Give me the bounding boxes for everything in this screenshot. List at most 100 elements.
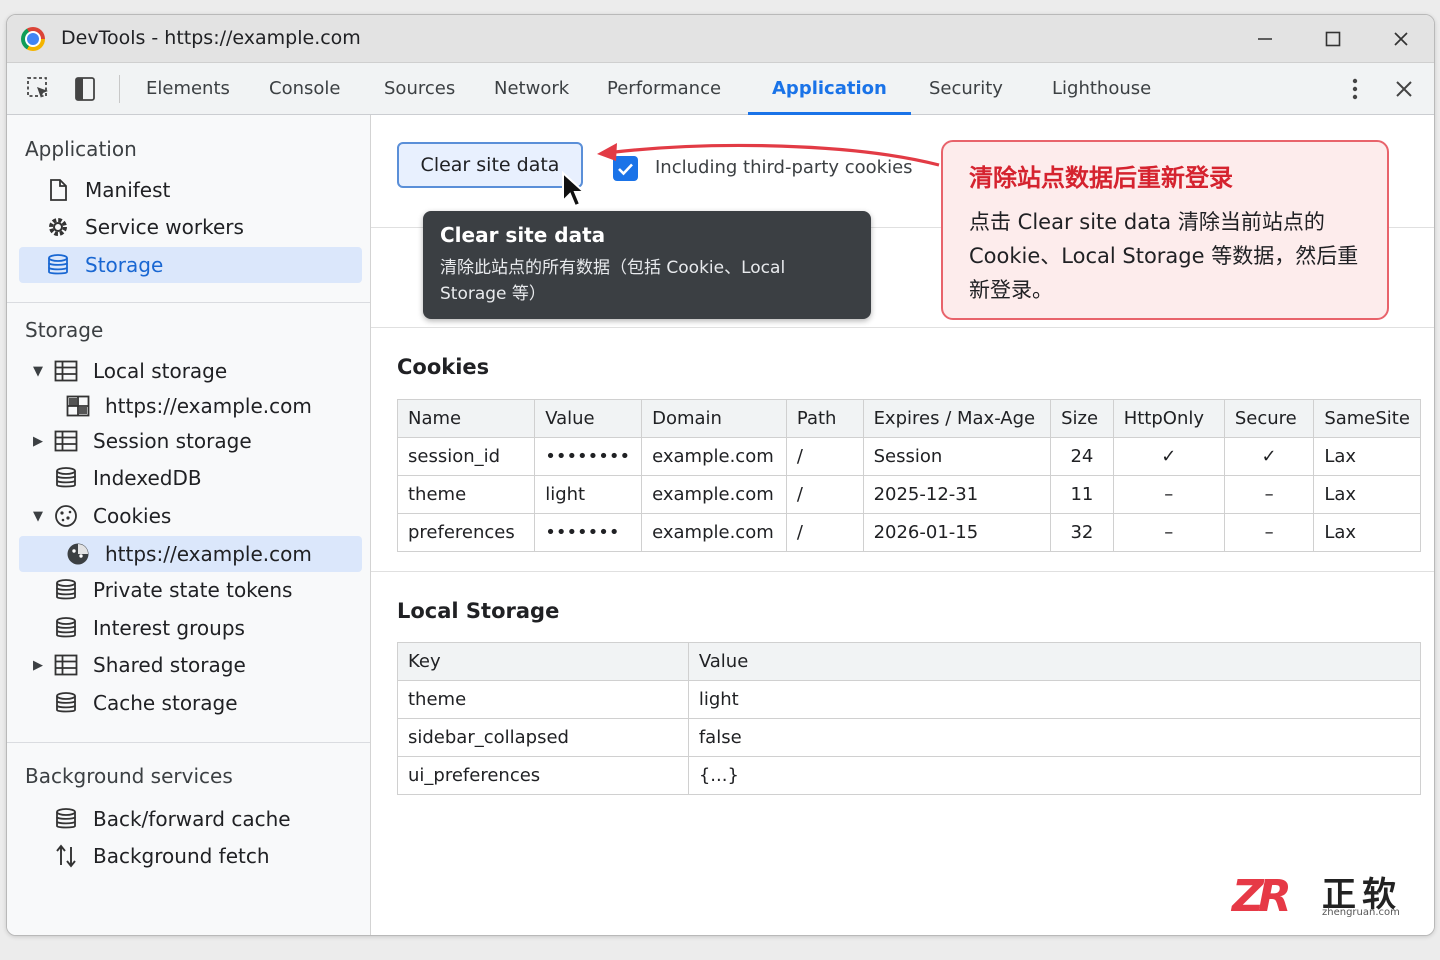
tooltip: Clear site data 清除此站点的所有数据（包括 Cookie、Loc…: [423, 211, 871, 319]
local-storage-section-title: Local Storage: [397, 599, 560, 623]
tab-application[interactable]: Application: [748, 63, 911, 115]
tab-lighthouse[interactable]: Lighthouse: [1046, 63, 1157, 115]
table-header-row: Name Value Domain Path Expires / Max-Age…: [396, 399, 1421, 438]
sidebar-item-service-workers[interactable]: Service workers: [19, 209, 362, 245]
table-cell: ✓: [1112, 437, 1225, 476]
devtools-window: DevTools - https://example.com Elements …: [6, 14, 1435, 936]
table-icon: [53, 358, 79, 384]
sidebar-item-cache-storage[interactable]: Cache storage: [19, 685, 362, 721]
column-header[interactable]: Expires / Max-Age: [862, 399, 1052, 438]
column-header[interactable]: Name: [396, 399, 536, 438]
sidebar-item-label: Background fetch: [93, 844, 270, 868]
tab-security[interactable]: Security: [923, 63, 1009, 115]
table-row[interactable]: ui_preferences {...}: [397, 756, 1422, 795]
column-header[interactable]: Key: [397, 642, 689, 681]
cookie-icon: [65, 541, 91, 567]
table-cell: {...}: [687, 756, 1422, 795]
sidebar-item-label: Private state tokens: [93, 578, 293, 602]
column-header[interactable]: Value: [534, 399, 643, 438]
table-cell: 2026-01-15: [862, 513, 1052, 552]
sidebar-item-label: Back/forward cache: [93, 807, 291, 831]
watermark-logo: ZR 正软 zhengruan.com: [1232, 867, 1420, 922]
sidebar-item-back-forward-cache[interactable]: Back/forward cache: [19, 801, 362, 837]
sidebar-item-background-fetch[interactable]: Background fetch: [19, 838, 362, 874]
sidebar-item-shared-storage[interactable]: ▶ Shared storage: [19, 647, 362, 683]
sidebar-item-indexeddb[interactable]: IndexedDB: [19, 460, 362, 496]
sidebar-item-local-storage[interactable]: ▼ Local storage: [19, 353, 362, 389]
table-row[interactable]: sidebar_collapsed false: [397, 718, 1422, 757]
table-row[interactable]: theme light: [397, 680, 1422, 719]
sidebar-item-cookies-origin[interactable]: https://example.com: [19, 536, 362, 572]
column-header[interactable]: SameSite: [1313, 399, 1421, 438]
table-cell: 24: [1050, 437, 1114, 476]
table-cell: •••••••: [534, 513, 643, 552]
expand-down-icon[interactable]: ▼: [31, 509, 45, 524]
document-icon: [45, 177, 71, 203]
minimize-icon[interactable]: [1251, 25, 1279, 53]
column-header[interactable]: HttpOnly: [1112, 399, 1225, 438]
annotation-title: 清除站点数据后重新登录: [969, 164, 1233, 192]
annotation-arrow-icon: [597, 143, 940, 167]
device-toolbar-icon[interactable]: [71, 75, 99, 103]
table-cell: /: [785, 437, 864, 476]
table-cell: session_id: [396, 437, 536, 476]
tab-elements[interactable]: Elements: [140, 63, 236, 115]
database-icon: [53, 690, 79, 716]
table-cell: –: [1223, 513, 1315, 552]
tab-performance[interactable]: Performance: [601, 63, 727, 115]
table-cell: theme: [396, 475, 536, 514]
sidebar-divider: [7, 302, 370, 303]
expand-down-icon[interactable]: ▼: [31, 364, 45, 379]
table-cell: sidebar_collapsed: [397, 718, 689, 757]
sidebar-item-manifest[interactable]: Manifest: [19, 172, 362, 208]
table-cell: false: [687, 718, 1422, 757]
up-down-arrows-icon: [53, 843, 79, 869]
annotation-callout: 清除站点数据后重新登录 点击 Clear site data 清除当前站点的 C…: [941, 140, 1389, 320]
column-header[interactable]: Domain: [641, 399, 787, 438]
maximize-icon[interactable]: [1319, 25, 1347, 53]
inspect-element-icon[interactable]: [25, 75, 53, 103]
table-row[interactable]: session_id •••••••• example.com / Sessio…: [396, 437, 1421, 476]
more-options-icon[interactable]: [1341, 75, 1369, 103]
table-cell: ui_preferences: [397, 756, 689, 795]
column-header[interactable]: Secure: [1223, 399, 1315, 438]
sidebar-item-label: https://example.com: [105, 542, 312, 566]
tab-network[interactable]: Network: [488, 63, 575, 115]
sidebar-item-local-storage-origin[interactable]: https://example.com: [19, 388, 362, 424]
sidebar-item-cookies[interactable]: ▼ Cookies: [19, 498, 362, 534]
table-row[interactable]: preferences ••••••• example.com / 2026-0…: [396, 513, 1421, 552]
expand-right-icon[interactable]: ▶: [31, 658, 45, 673]
sidebar-item-label: Storage: [85, 253, 164, 277]
table-row[interactable]: theme light example.com / 2025-12-31 11 …: [396, 475, 1421, 514]
sidebar-section-storage: Storage: [25, 318, 104, 342]
sidebar-item-session-storage[interactable]: ▶ Session storage: [19, 423, 362, 459]
table-cell: light: [687, 680, 1422, 719]
section-divider: [371, 327, 1434, 328]
table-cell: Session: [862, 437, 1052, 476]
sidebar-item-label: Shared storage: [93, 653, 246, 677]
window-title: DevTools - https://example.com: [61, 27, 361, 49]
column-header[interactable]: Path: [785, 399, 864, 438]
database-icon: [53, 465, 79, 491]
sidebar-item-label: Session storage: [93, 429, 252, 453]
sidebar-item-label: Manifest: [85, 178, 171, 202]
close-devtools-icon[interactable]: [1390, 75, 1418, 103]
sidebar-item-storage[interactable]: Storage: [19, 247, 362, 283]
sidebar-item-interest-groups[interactable]: Interest groups: [19, 610, 362, 646]
clear-site-data-button[interactable]: Clear site data: [397, 142, 583, 188]
tab-sources[interactable]: Sources: [378, 63, 461, 115]
table-cell: 11: [1050, 475, 1114, 514]
column-header[interactable]: Value: [687, 642, 1422, 681]
cookie-icon: [53, 503, 79, 529]
annotation-body: 点击 Clear site data 清除当前站点的 Cookie、Local …: [969, 210, 1359, 302]
expand-right-icon[interactable]: ▶: [31, 434, 45, 449]
gear-icon: [45, 214, 71, 240]
mouse-cursor-icon: [562, 171, 587, 208]
table-cell: preferences: [396, 513, 536, 552]
column-header[interactable]: Size: [1050, 399, 1114, 438]
title-bar: DevTools - https://example.com: [7, 15, 1434, 63]
tab-console[interactable]: Console: [263, 63, 346, 115]
sidebar-item-private-state-tokens[interactable]: Private state tokens: [19, 572, 362, 608]
close-window-icon[interactable]: [1387, 25, 1415, 53]
sidebar-item-label: Local storage: [93, 359, 228, 383]
